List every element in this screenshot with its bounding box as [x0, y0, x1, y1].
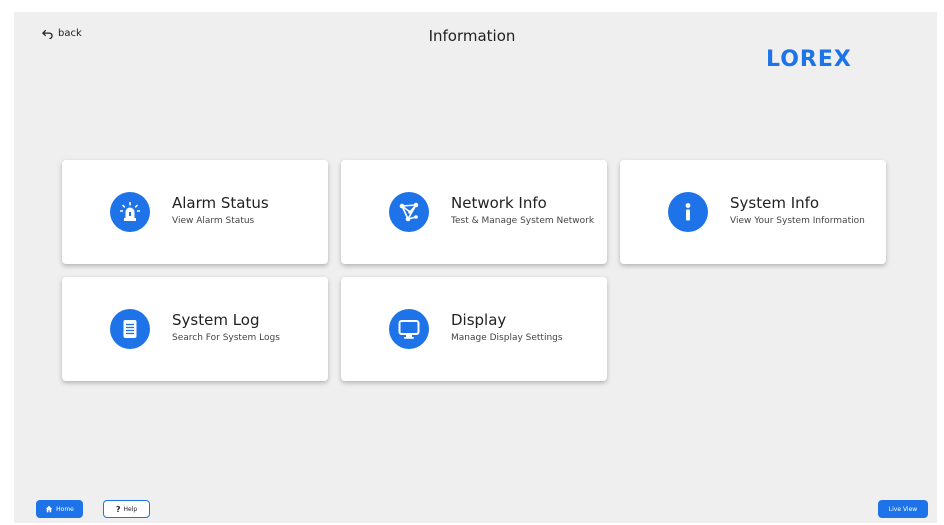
live-view-label: Live View	[888, 505, 918, 513]
card-network-info[interactable]: Network Info Test & Manage System Networ…	[341, 160, 607, 264]
card-title: Display	[451, 311, 507, 329]
card-display[interactable]: Display Manage Display Settings	[341, 277, 607, 381]
screen	[14, 12, 937, 523]
help-button[interactable]: ? Help	[103, 500, 150, 518]
page-title: Information	[428, 27, 516, 45]
document-icon	[110, 309, 150, 349]
home-label: Home	[56, 505, 74, 513]
card-subtitle: View Your System Information	[730, 216, 865, 226]
home-button[interactable]: Home	[36, 500, 83, 518]
network-icon	[389, 192, 429, 232]
card-subtitle: Manage Display Settings	[451, 333, 563, 343]
help-label: Help	[123, 505, 138, 513]
live-view-button[interactable]: Live View	[878, 500, 928, 518]
brand-logo: LOREX	[766, 47, 852, 72]
alarm-light-icon	[110, 192, 150, 232]
card-title: Alarm Status	[172, 194, 269, 212]
card-subtitle: View Alarm Status	[172, 216, 255, 226]
card-alarm-status[interactable]: Alarm Status View Alarm Status	[62, 160, 328, 264]
card-system-log[interactable]: System Log Search For System Logs	[62, 277, 328, 381]
home-icon	[45, 505, 53, 513]
card-subtitle: Search For System Logs	[172, 333, 280, 343]
card-title: System Log	[172, 311, 260, 329]
help-icon: ?	[115, 504, 121, 514]
info-icon	[668, 192, 708, 232]
card-title: System Info	[730, 194, 820, 212]
card-system-info[interactable]: System Info View Your System Information	[620, 160, 886, 264]
monitor-icon	[389, 309, 429, 349]
card-subtitle: Test & Manage System Network	[451, 216, 595, 226]
card-title: Network Info	[451, 194, 547, 212]
